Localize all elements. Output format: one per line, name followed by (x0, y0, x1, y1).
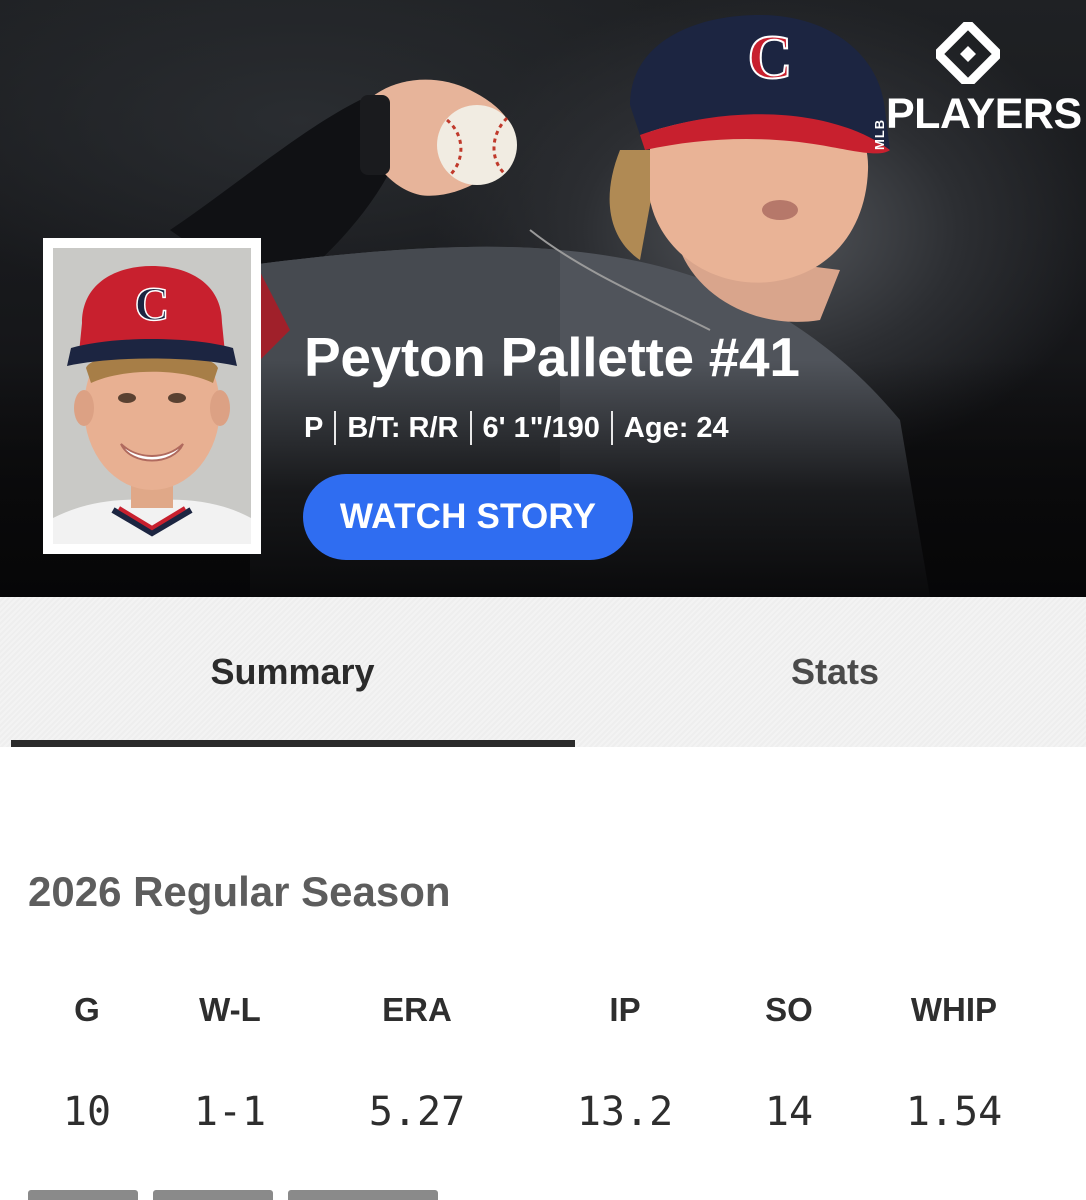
stat-header: W-L (199, 991, 261, 1028)
meta-divider (610, 411, 613, 445)
stat-column-so: SO 14 (714, 985, 864, 1137)
stat-header: G (74, 991, 100, 1028)
season-title: 2026 Regular Season (28, 868, 451, 915)
svg-text:C: C (135, 278, 170, 331)
stat-value: 13.2 (576, 1089, 674, 1135)
meta-divider (334, 411, 337, 445)
tab-stats[interactable]: Stats (575, 597, 1086, 747)
stat-value: 5.27 (368, 1089, 466, 1135)
profile-tabs: Summary Stats (0, 597, 1086, 747)
player-headshot: C (53, 248, 251, 544)
brand-wordmark: PLAYERS (886, 90, 1082, 138)
brand-prefix: MLB (872, 118, 887, 150)
next-section-heading-cropped (28, 1180, 448, 1200)
stat-column-era: ERA 5.27 (342, 985, 492, 1137)
player-hero: C MLB PLAYERS C Peyton Pallette #41 P B/… (0, 0, 1086, 597)
player-height-weight: 6' 1"/190 (482, 411, 600, 444)
stat-value: 1.54 (905, 1089, 1003, 1135)
tab-summary[interactable]: Summary (10, 597, 575, 747)
player-meta: P B/T: R/R 6' 1"/190 Age: 24 (304, 408, 729, 448)
player-name: Peyton Pallette #41 (304, 326, 800, 388)
svg-text:C: C (748, 24, 793, 92)
player-age: Age: 24 (623, 411, 729, 444)
diamond-logo-icon (936, 22, 1000, 84)
active-tab-indicator (11, 740, 575, 747)
stat-header: IP (609, 991, 641, 1028)
stat-value: 1-1 (193, 1089, 267, 1135)
mlb-players-logo-icon[interactable]: MLB PLAYERS (866, 22, 1082, 150)
stat-value: 10 (62, 1089, 112, 1135)
stat-header: ERA (382, 991, 452, 1028)
stat-column-whip: WHIP 1.54 (879, 985, 1029, 1137)
stat-header: WHIP (910, 991, 998, 1028)
stat-column-wl: W-L 1-1 (155, 985, 305, 1137)
player-headshot-frame: C (43, 238, 261, 554)
stat-column-ip: IP 13.2 (550, 985, 700, 1137)
watch-story-button[interactable]: WATCH STORY (303, 474, 633, 560)
stat-column-g: G 10 (12, 985, 162, 1137)
player-bats-throws: B/T: R/R (347, 411, 459, 444)
player-position: P (304, 411, 324, 444)
meta-divider (469, 411, 472, 445)
stat-header: SO (765, 991, 813, 1028)
stat-value: 14 (764, 1089, 814, 1135)
